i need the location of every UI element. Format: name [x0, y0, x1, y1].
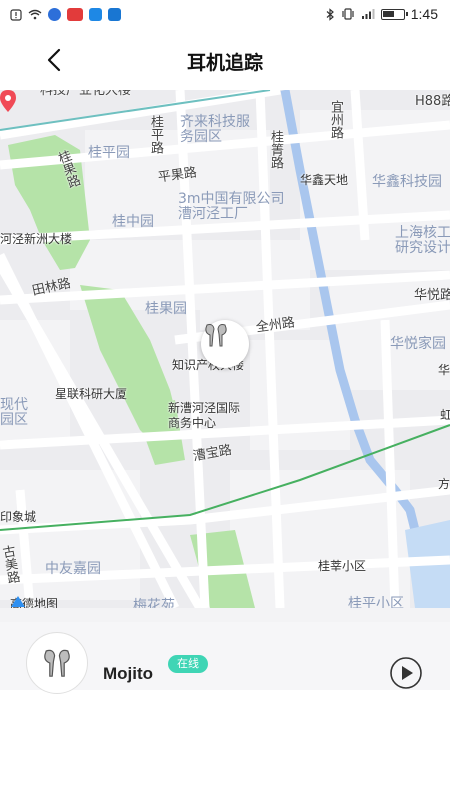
online-status-badge: 在线	[168, 655, 208, 673]
bluetooth-icon	[326, 7, 334, 21]
device-avatar	[26, 632, 88, 694]
poi-label: 桂莘小区	[318, 559, 367, 573]
title-bar: 耳机追踪	[0, 30, 450, 90]
status-left-icons	[10, 8, 121, 21]
location-pin-icon	[0, 90, 16, 112]
app-icon	[48, 8, 61, 21]
status-right: 1:45	[326, 6, 438, 22]
panel-divider	[0, 608, 450, 622]
play-icon	[390, 657, 422, 689]
device-panel: 在线 Mojito	[0, 608, 450, 708]
signal-icon	[361, 9, 375, 19]
poi-label: 方	[438, 477, 450, 491]
earbuds-icon	[205, 324, 227, 347]
play-sound-button[interactable]	[389, 656, 423, 690]
battery-icon	[380, 8, 408, 20]
poi-label: 虹	[440, 408, 450, 422]
device-name: Mojito	[103, 664, 154, 683]
area-label: 上海核工研究设计	[395, 225, 450, 256]
earbuds-icon	[44, 649, 70, 677]
area-label: 桂果园	[145, 301, 187, 317]
page-title: 耳机追踪	[186, 52, 263, 74]
app-icon	[67, 8, 83, 21]
poi-label: 华	[438, 363, 450, 377]
wifi-icon	[28, 9, 42, 20]
vibrate-icon	[342, 8, 354, 20]
area-label: 桂平小区	[348, 596, 404, 609]
road-label: 科技广业化大楼	[40, 90, 132, 98]
area-label: 河泾新洲大楼	[0, 232, 73, 246]
area-label: 桂中园	[112, 214, 154, 230]
road-label: H88路	[415, 94, 450, 109]
notification-icon	[10, 8, 22, 21]
area-label: 齐来科技服务园区	[180, 114, 250, 145]
area-label: 现代园区	[0, 397, 28, 428]
area-label: 中友嘉园	[45, 561, 101, 577]
poi-label: 星联科研大厦	[55, 387, 128, 401]
poi-label: 新漕河泾国际商务中心	[168, 401, 241, 430]
poi-label: 印象城	[0, 510, 37, 524]
device-location-marker[interactable]	[201, 320, 249, 368]
area-label: 3m中国有限公司漕河泾工厂	[178, 191, 285, 222]
area-label: 桂平园	[88, 145, 130, 161]
road-label: 桂箐路	[268, 130, 283, 169]
area-label: 华鑫科技园	[372, 174, 442, 190]
area-label: 华悦家园	[390, 336, 446, 352]
map-view[interactable]: 科技广业化大楼 桂果路 桂平路 平果路 桂箐路 宜州路 田林路 全州路 华悦路 …	[0, 90, 450, 608]
area-label: 华鑫天地	[300, 173, 349, 187]
road-label: 宜州路	[328, 100, 343, 139]
map-attribution: 高德地图	[10, 595, 58, 608]
area-label: 梅花苑	[133, 598, 175, 609]
app-icon	[108, 8, 121, 21]
device-card[interactable]: 在线 Mojito	[0, 622, 450, 694]
amap-logo-icon	[11, 596, 25, 607]
road-label: 桂平路	[148, 115, 163, 154]
earphone-tracking-page: 1:45 耳机追踪 科技广业化大楼 桂果路 桂平路 平果路 桂箐路 宜州路 田林…	[0, 0, 450, 800]
status-time: 1:45	[410, 6, 438, 22]
status-bar: 1:45	[0, 0, 450, 30]
road-label: 华悦路	[414, 288, 450, 303]
app-icon	[89, 8, 102, 21]
